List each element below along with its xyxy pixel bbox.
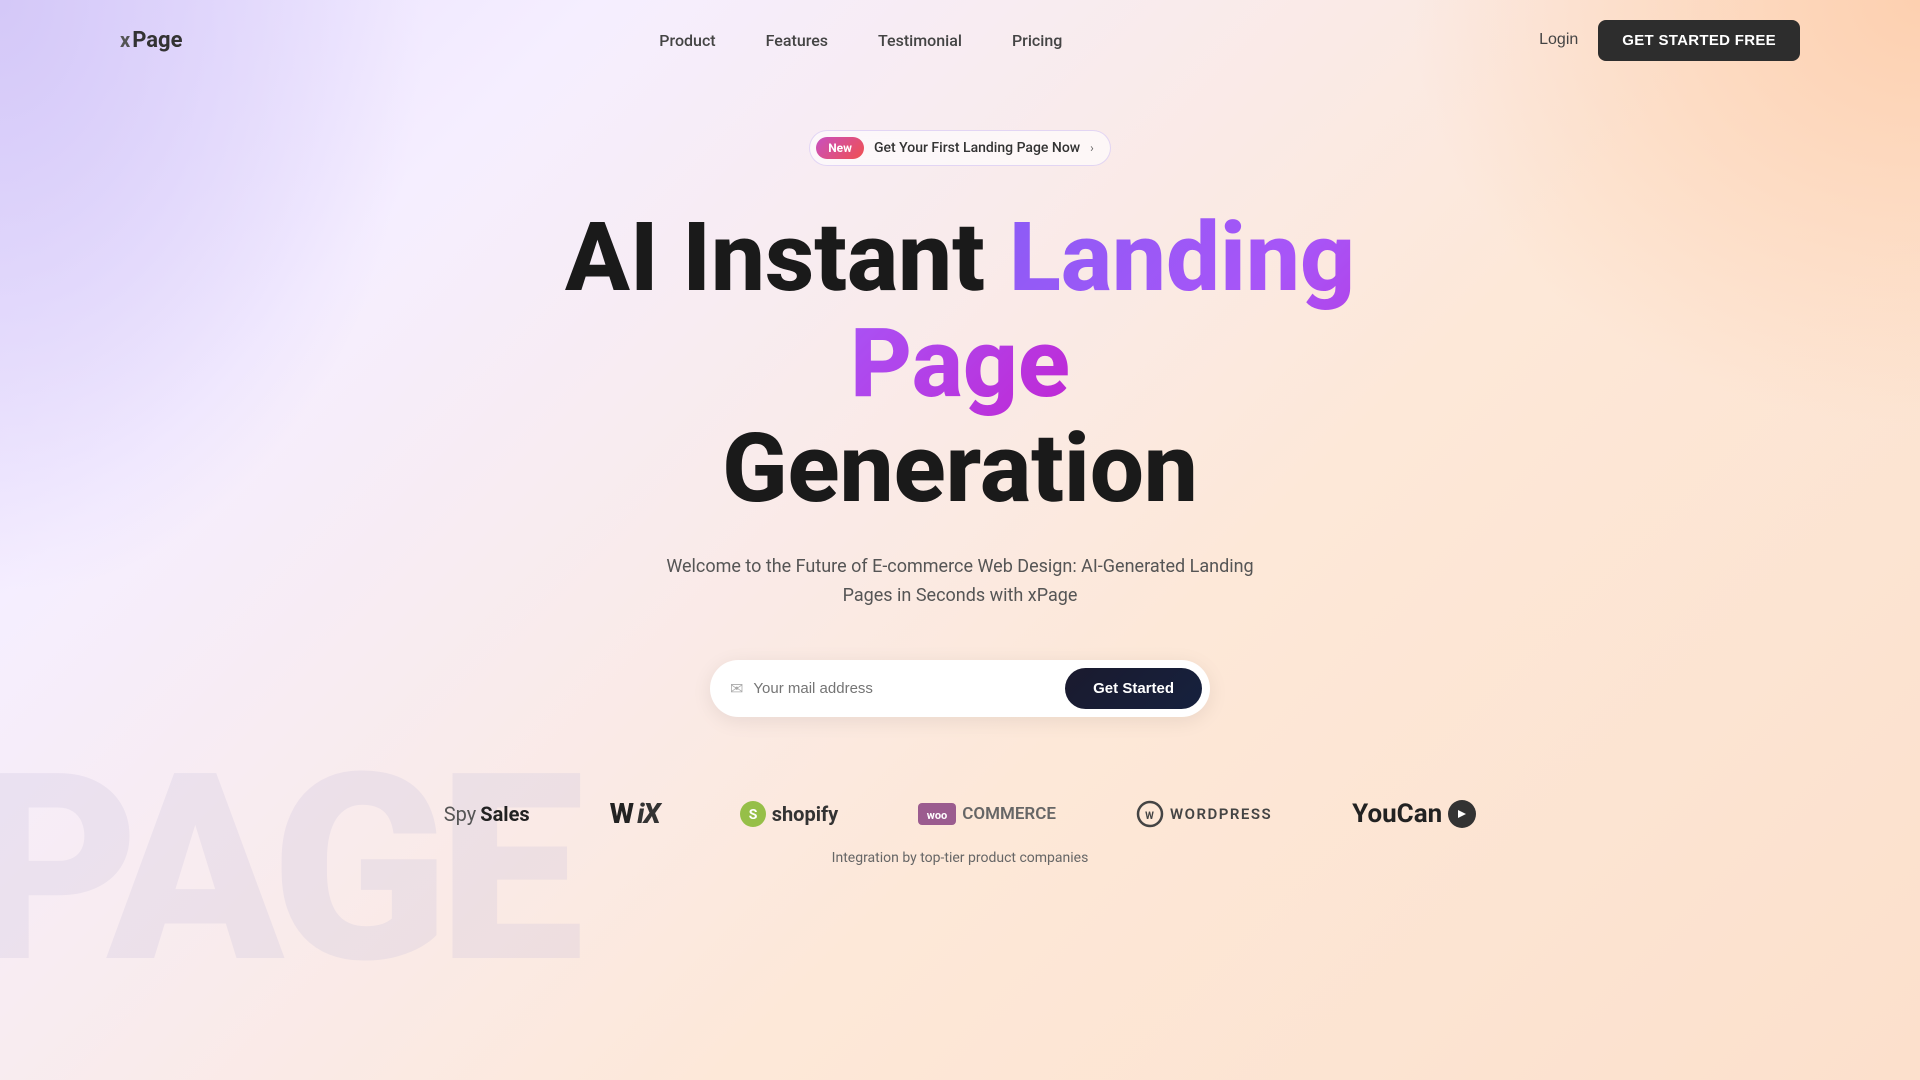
- navigation: xPage Product Features Testimonial Prici…: [0, 0, 1920, 80]
- svg-text:W: W: [1145, 811, 1155, 822]
- shopify-icon: S: [740, 801, 766, 827]
- logo-name: Page: [132, 28, 182, 53]
- nav-links: Product Features Testimonial Pricing: [659, 31, 1062, 50]
- partner-woocommerce: woo COMMERCE: [918, 803, 1056, 825]
- email-form: ✉ Get Started: [710, 660, 1210, 717]
- nav-testimonial[interactable]: Testimonial: [878, 31, 962, 50]
- hero-title: AI Instant Landing Page Generation: [460, 206, 1460, 523]
- login-button[interactable]: Login: [1539, 31, 1578, 49]
- svg-text:woo: woo: [927, 809, 948, 822]
- woocommerce-icon: woo: [918, 803, 956, 825]
- svg-text:S: S: [748, 807, 757, 823]
- email-input[interactable]: [753, 680, 1065, 697]
- hero-title-line2: Generation: [722, 413, 1198, 525]
- email-submit-button[interactable]: Get Started: [1065, 668, 1202, 709]
- get-started-button[interactable]: GET STARTED FREE: [1598, 20, 1800, 61]
- hero-subtitle: Welcome to the Future of E-commerce Web …: [660, 553, 1260, 611]
- nav-product[interactable]: Product: [659, 31, 715, 50]
- logo[interactable]: xPage: [120, 28, 182, 53]
- nav-pricing[interactable]: Pricing: [1012, 31, 1062, 50]
- logo-x: x: [120, 28, 130, 52]
- partner-spysales: SpySales: [444, 802, 530, 826]
- partners-section: SpySales WiX S shopify woo COMMERCE W W: [444, 797, 1476, 830]
- wordpress-icon: W: [1136, 800, 1164, 828]
- nav-actions: Login GET STARTED FREE: [1539, 20, 1800, 61]
- partner-youcan: YouCan: [1352, 799, 1476, 829]
- youcan-arrow-icon: [1448, 800, 1476, 828]
- email-icon: ✉: [730, 679, 743, 698]
- main-content: New Get Your First Landing Page Now › AI…: [0, 80, 1920, 866]
- announcement-badge[interactable]: New Get Your First Landing Page Now ›: [809, 130, 1111, 166]
- partner-shopify: S shopify: [740, 801, 839, 827]
- nav-features[interactable]: Features: [766, 31, 828, 50]
- badge-arrow-icon: ›: [1090, 141, 1094, 155]
- partner-wordpress: W WordPress: [1136, 800, 1272, 828]
- badge-new-label: New: [816, 137, 864, 159]
- integration-text: Integration by top-tier product companie…: [832, 850, 1089, 866]
- hero-title-line1: AI Instant: [565, 202, 1009, 314]
- badge-text: Get Your First Landing Page Now: [874, 140, 1080, 156]
- partner-wix: WiX: [610, 797, 660, 830]
